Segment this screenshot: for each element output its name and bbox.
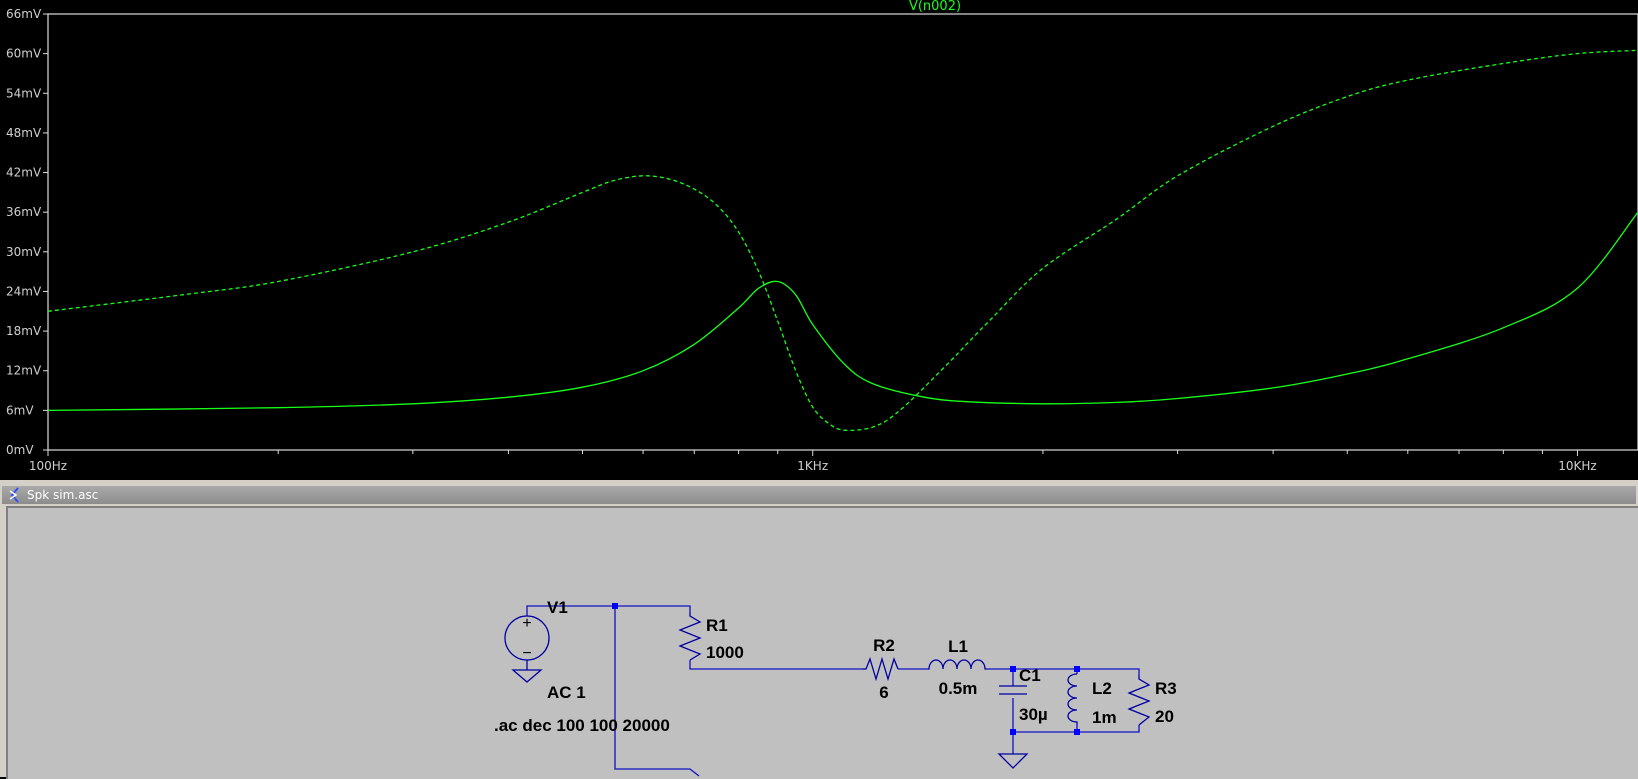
wires: [526, 605, 1140, 777]
l1-value[interactable]: 0.5m: [939, 679, 978, 698]
schematic-drawing[interactable]: + − V1 AC 1 R1 1000 R2 6 L1 0.5m C1 30µ …: [8, 508, 1638, 779]
y-tick-label: 66mV: [6, 7, 42, 21]
r1-name[interactable]: R1: [706, 616, 728, 635]
c1-value[interactable]: 30µ: [1019, 705, 1048, 724]
v1-name[interactable]: V1: [547, 598, 568, 617]
trace-label-vn002[interactable]: V(n002): [909, 0, 961, 14]
y-tick-label: 54mV: [6, 86, 42, 100]
r1-value[interactable]: 1000: [706, 643, 744, 662]
r3-resistor[interactable]: [1127, 675, 1151, 726]
l2-value[interactable]: 1m: [1092, 708, 1117, 727]
ltspice-app-icon: [9, 487, 19, 503]
ground-symbol: [997, 753, 1029, 769]
r2-resistor[interactable]: [862, 656, 899, 682]
waveform-plot-pane[interactable]: V(n002) 0mV 6mV 12mV 18mV 24mV 30mV 36mV 42mV 48…: [0, 0, 1638, 480]
r1-resistor[interactable]: [678, 612, 702, 661]
y-tick-label: 24mV: [6, 284, 42, 298]
y-tick-label: 48mV: [6, 126, 42, 140]
y-axis-ticks: 0mV 6mV 12mV 18mV 24mV 30mV 36mV 42mV 48mV 54mV 60…: [6, 7, 48, 457]
x-axis-ticks: 100Hz 1KHz 10KHz: [29, 450, 1597, 473]
waveform-chart[interactable]: V(n002) 0mV 6mV 12mV 18mV 24mV 30mV 36mV 42mV 48…: [0, 0, 1638, 480]
traces: [47, 49, 1638, 432]
y-tick-label: 12mV: [6, 364, 42, 378]
c1-capacitor[interactable]: [999, 685, 1027, 695]
schematic-titlebar[interactable]: Spk sim.asc: [2, 486, 1636, 504]
x-tick-label: 1KHz: [797, 459, 828, 473]
l1-name[interactable]: L1: [948, 637, 968, 656]
schematic-canvas[interactable]: + − V1 AC 1 R1 1000 R2 6 L1 0.5m C1 30µ …: [6, 506, 1638, 779]
l1-inductor[interactable]: [928, 659, 987, 670]
trace-phase-dashed[interactable]: [47, 49, 1638, 432]
schematic-title: Spk sim.asc: [27, 488, 99, 502]
spice-directive[interactable]: .ac dec 100 100 20000: [494, 716, 670, 735]
schematic-window: Spk sim.asc + − V1 AC 1 R1 1000 R2 6 L1 …: [0, 484, 1638, 779]
r2-name[interactable]: R2: [873, 636, 895, 655]
l2-inductor[interactable]: [1067, 673, 1078, 724]
v1-value[interactable]: AC 1: [547, 683, 586, 702]
trace-magnitude-solid[interactable]: [47, 211, 1638, 412]
plot-area-frame: [47, 13, 1638, 451]
x-tick-label: 10KHz: [1558, 459, 1596, 473]
x-tick-label: 100Hz: [29, 459, 67, 473]
y-tick-label: 36mV: [6, 205, 42, 219]
c1-name[interactable]: C1: [1019, 666, 1041, 685]
r3-value[interactable]: 20: [1155, 707, 1174, 726]
y-tick-label: 6mV: [6, 403, 34, 417]
v1-minus-sign: −: [522, 645, 531, 662]
r2-value[interactable]: 6: [879, 683, 888, 702]
y-tick-label: 18mV: [6, 324, 42, 338]
r3-name[interactable]: R3: [1155, 679, 1177, 698]
y-tick-label: 0mV: [6, 443, 34, 457]
y-tick-label: 42mV: [6, 166, 42, 180]
y-tick-label: 30mV: [6, 245, 42, 259]
l2-name[interactable]: L2: [1092, 679, 1112, 698]
v1-plus-sign: +: [522, 615, 531, 632]
y-tick-label: 60mV: [6, 47, 42, 61]
